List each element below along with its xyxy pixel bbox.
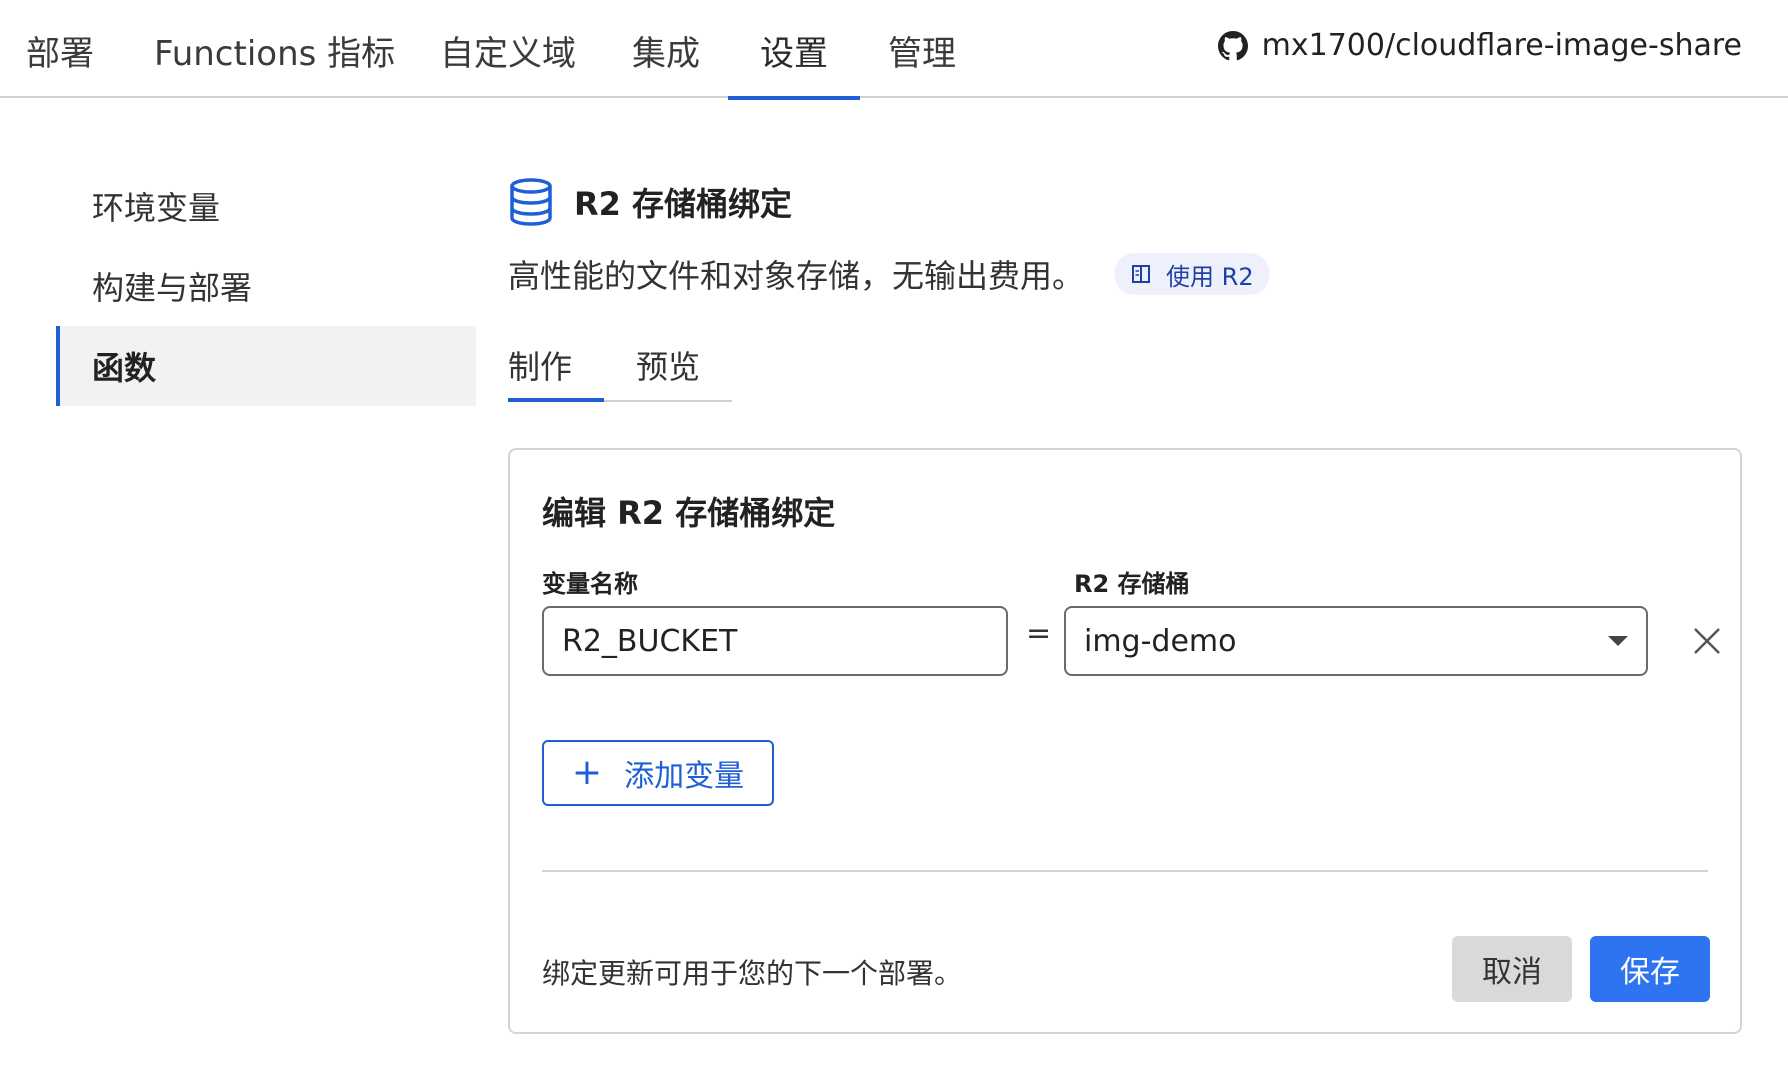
database-icon [510,178,552,226]
sidebar-item-functions[interactable]: 函数 [56,326,476,406]
section-title: R2 存储桶绑定 [574,185,793,223]
r2-bucket-select[interactable]: img-demo [1064,606,1648,676]
save-button[interactable]: 保存 [1590,936,1710,1002]
sidebar-item-env-vars[interactable]: 环境变量 [56,166,476,246]
tab-integrations[interactable]: 集成 [632,26,700,98]
main-content: R2 存储桶绑定 高性能的文件和对象存储，无输出费用。 使用 R2 制作 预览 [508,170,1742,402]
add-variable-label: 添加变量 [624,759,745,794]
r2-bucket-label: R2 存储桶 [1074,570,1190,598]
add-variable-button[interactable]: + 添加变量 [542,740,774,806]
tab-custom-domains[interactable]: 自定义域 [440,26,576,98]
variable-name-label: 变量名称 [542,570,638,598]
env-subtabs: 制作 预览 [508,336,732,402]
tab-production[interactable]: 制作 [508,342,605,402]
tab-settings[interactable]: 设置 [728,26,860,100]
close-icon[interactable] [1690,624,1724,658]
edit-binding-card: 编辑 R2 存储桶绑定 变量名称 R2 存储桶 R2_BUCKET = img-… [508,448,1742,1034]
github-icon [1217,30,1248,60]
repo-label: mx1700/cloudflare-image-share [1261,28,1742,63]
chevron-down-icon [1608,636,1628,646]
r2-bucket-value: img-demo [1084,623,1237,659]
top-nav: 部署 Functions 指标 自定义域 集成 设置 管理 mx1700/clo… [0,0,1788,100]
equals-sign: = [1026,616,1052,651]
cancel-button[interactable]: 取消 [1452,936,1572,1002]
tab-deployments[interactable]: 部署 [26,26,94,98]
card-divider [542,870,1708,872]
tab-manage[interactable]: 管理 [888,26,956,98]
binding-update-note: 绑定更新可用于您的下一个部署。 [542,957,963,990]
plus-icon: + [571,752,603,793]
variable-name-input[interactable]: R2_BUCKET [542,606,1008,676]
use-r2-doc-link[interactable]: 使用 R2 [1114,253,1270,295]
book-icon [1132,265,1151,283]
settings-sidebar: 环境变量 构建与部署 函数 [56,166,476,406]
section-header: R2 存储桶绑定 [508,170,1742,234]
card-title: 编辑 R2 存储桶绑定 [542,494,836,532]
tab-preview[interactable]: 预览 [636,342,700,388]
tab-functions-metrics[interactable]: Functions 指标 [154,26,395,98]
repo-link[interactable]: mx1700/cloudflare-image-share [1217,28,1742,63]
sidebar-item-build-deploy[interactable]: 构建与部署 [56,246,476,326]
section-description: 高性能的文件和对象存储，无输出费用。 [508,257,1085,295]
doc-link-label: 使用 R2 [1166,262,1254,291]
